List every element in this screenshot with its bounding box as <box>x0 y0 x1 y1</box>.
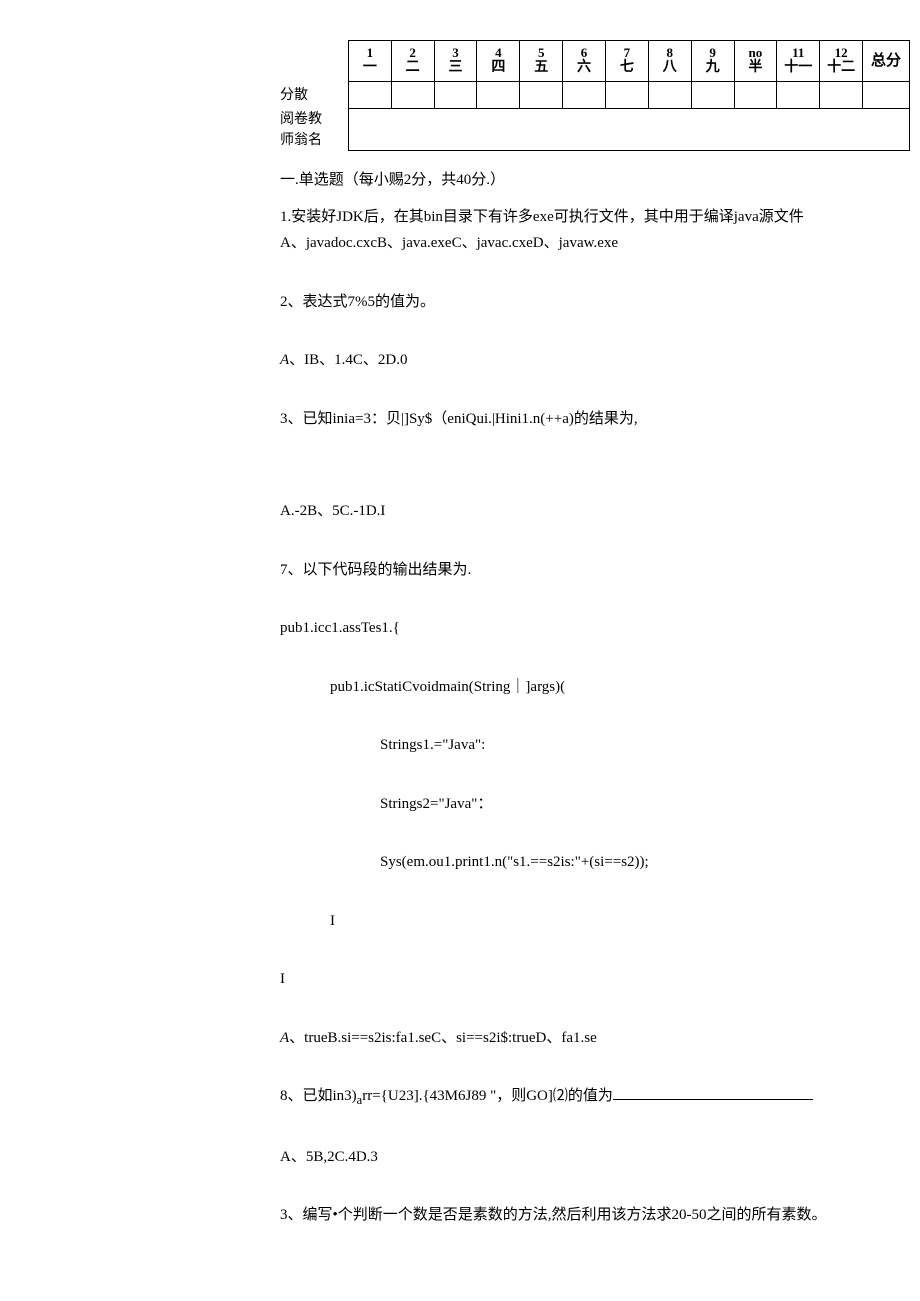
col-12: 12十二 <box>820 41 863 82</box>
col-11: 11十一 <box>777 41 820 82</box>
score-cell <box>391 82 434 109</box>
col-8: 8八 <box>648 41 691 82</box>
score-row: 分散 <box>280 82 910 109</box>
header-row: 1一 2二 3三 4四 5五 6六 7七 8八 9九 no半 11十一 12十二… <box>280 41 910 82</box>
code-line-1: pub1.icc1.assTes1.{ <box>280 617 900 640</box>
teacher-label: 阅卷教 师翁名 <box>280 109 348 151</box>
blank-underline <box>613 1085 813 1100</box>
q-last: 3、编写•个判断一个数是否是素数的方法,然后利用该方法求20-50之间的所有素数… <box>280 1204 900 1227</box>
score-cell <box>348 82 391 109</box>
code-line-2: pub1.icStatiCvoidmain(String｜]args)( <box>280 676 900 699</box>
q2: 2、表达式7%5的值为。 <box>280 291 900 314</box>
code-line-5: Sys(em.ou1.print1.n("s1.==s2is:"+(si==s2… <box>280 851 900 874</box>
col-3: 3三 <box>434 41 477 82</box>
score-table: 1一 2二 3三 4四 5五 6六 7七 8八 9九 no半 11十一 12十二… <box>280 40 910 151</box>
q7: 7、以下代码段的输出结果为. <box>280 559 900 582</box>
col-1: 1一 <box>348 41 391 82</box>
score-cell <box>648 82 691 109</box>
q3-opts: A.-2B、5C.-1D.I <box>280 500 900 523</box>
score-cell <box>605 82 648 109</box>
col-9: 9九 <box>691 41 734 82</box>
code-brace-1: I <box>280 910 900 933</box>
col-6: 6六 <box>563 41 606 82</box>
teacher-row: 阅卷教 师翁名 <box>280 109 910 151</box>
header-empty <box>280 41 348 82</box>
score-cell <box>434 82 477 109</box>
score-cell-total <box>863 82 910 109</box>
q1-line1: 1.安装好JDK后，在其bin目录下有许多exe可执行文件，其中用于编译java… <box>280 206 900 229</box>
col-4: 4四 <box>477 41 520 82</box>
score-cell <box>734 82 777 109</box>
q8-opts: A、5B,2C.4D.3 <box>280 1146 900 1169</box>
q8: 8、已如in3)arr={U23].{43M6J89 "，则GO]⑵的值为 <box>280 1085 900 1110</box>
col-2: 2二 <box>391 41 434 82</box>
score-cell <box>563 82 606 109</box>
code-brace-2: I <box>280 968 900 991</box>
col-7: 7七 <box>605 41 648 82</box>
q3: 3、已知inia=3：贝|]Sy$（eniQui.|Hini1.n(++a)的结… <box>280 408 900 431</box>
col-total: 总分 <box>863 41 910 82</box>
q7-opts: A、trueB.si==s2is:fa1.seC、si==s2i$:trueD、… <box>280 1027 900 1050</box>
teacher-cell <box>348 109 909 151</box>
col-5: 5五 <box>520 41 563 82</box>
code-line-3: Strings1.="Java": <box>280 734 900 757</box>
score-cell <box>520 82 563 109</box>
q1-line2: A、javadoc.cxcB、java.exeC、javac.cxeD、java… <box>280 232 900 255</box>
score-cell <box>477 82 520 109</box>
q2-opts: A、IB、1.4C、2D.0 <box>280 349 900 372</box>
col-10: no半 <box>734 41 777 82</box>
score-cell <box>820 82 863 109</box>
exam-content: 一.单选题（每小赐2分，共40分.） 1.安装好JDK后，在其bin目录下有许多… <box>280 169 900 1227</box>
score-cell <box>691 82 734 109</box>
code-line-4: Strings2="Java"： <box>280 793 900 816</box>
score-label: 分散 <box>280 82 348 109</box>
section-title: 一.单选题（每小赐2分，共40分.） <box>280 169 900 192</box>
score-cell <box>777 82 820 109</box>
